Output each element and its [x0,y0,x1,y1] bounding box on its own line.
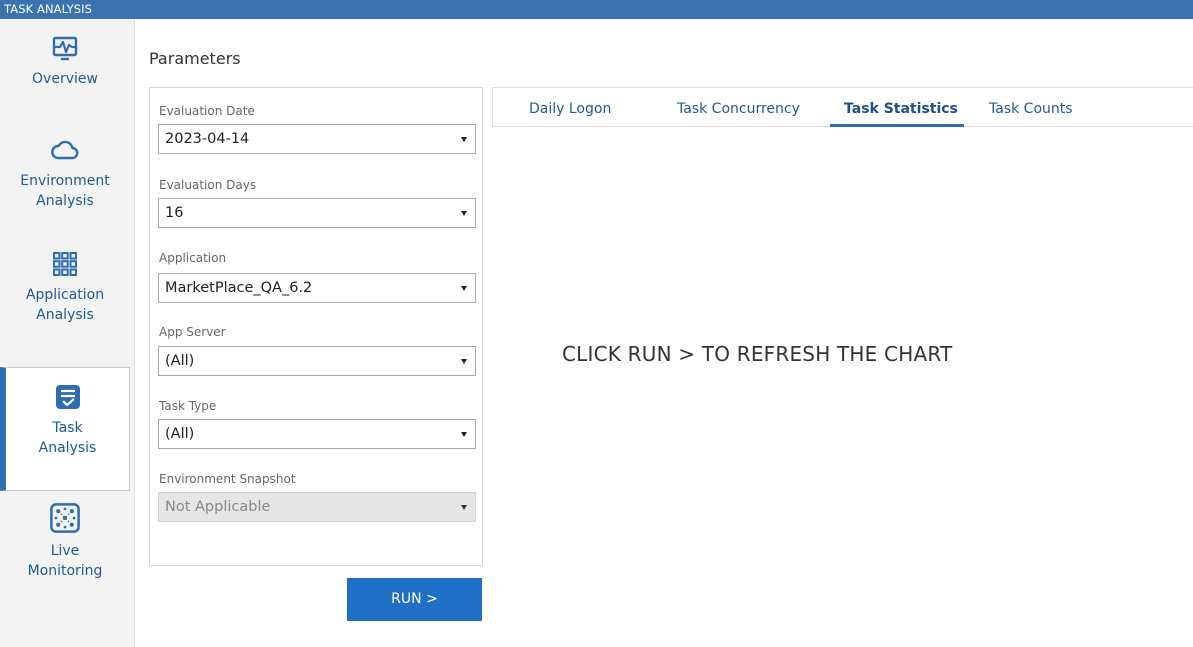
network-nodes-icon [50,503,80,533]
app-server-value: (All) [165,353,195,369]
task-type-value: (All) [165,426,195,442]
sidebar-item-label-line1: Task [52,420,83,436]
sidebar-item-task-analysis[interactable]: Task Analysis [0,367,130,491]
environment-snapshot-value: Not Applicable [165,499,271,515]
tab-task-statistics[interactable]: Task Statistics [844,101,958,117]
chevron-down-icon [461,137,467,142]
application-label: Application [159,251,227,265]
parameters-panel: Evaluation Date 2023-04-14 Evaluation Da… [149,87,483,566]
chevron-down-icon [461,432,467,437]
task-type-label: Task Type [159,399,217,413]
sidebar-item-label-line2: Analysis [36,193,94,209]
tab-task-concurrency[interactable]: Task Concurrency [677,101,800,117]
chevron-down-icon [461,359,467,364]
environment-snapshot-select: Not Applicable [158,492,476,522]
sidebar-item-environment-analysis[interactable]: Environment Analysis [0,135,130,211]
chevron-down-icon [461,286,467,291]
run-button[interactable]: RUN > [347,578,482,621]
app-server-label: App Server [159,325,226,339]
grid-icon [53,252,77,276]
evaluation-date-label: Evaluation Date [159,104,255,118]
application-value: MarketPlace_QA_6.2 [165,280,313,296]
sidebar-item-label-line1: Environment [20,173,110,189]
sidebar-item-label-line1: Application [25,287,105,303]
sidebar-item-label-line2: Analysis [36,307,94,323]
task-type-select[interactable]: (All) [158,419,476,449]
chart-tabs: Daily Logon Task Concurrency Task Statis… [492,87,1193,127]
activity-monitor-icon [52,36,78,61]
environment-snapshot-label: Environment Snapshot [159,472,296,486]
evaluation-date-select[interactable]: 2023-04-14 [158,124,476,154]
application-select[interactable]: MarketPlace_QA_6.2 [158,273,476,303]
sidebar-nav: Overview Environment Analysis Applicatio… [0,19,135,647]
app-server-select[interactable]: (All) [158,346,476,376]
window-title: TASK ANALYSIS [0,0,1193,19]
chart-placeholder-message: CLICK RUN > TO REFRESH THE CHART [562,342,953,366]
evaluation-days-label: Evaluation Days [159,178,257,192]
parameters-title: Parameters [149,49,241,68]
evaluation-date-value: 2023-04-14 [165,131,250,147]
chevron-down-icon [461,505,467,510]
evaluation-days-select[interactable]: 16 [158,198,476,228]
task-check-icon [55,385,80,409]
tab-task-counts[interactable]: Task Counts [989,101,1073,117]
cloud-icon [51,140,79,160]
sidebar-item-overview[interactable]: Overview [0,33,130,89]
sidebar-item-label-line2: Monitoring [27,563,103,579]
chevron-down-icon [461,211,467,216]
sidebar-item-live-monitoring[interactable]: Live Monitoring [0,501,130,581]
sidebar-item-label: Overview [32,71,98,87]
main-content: Parameters Evaluation Date 2023-04-14 Ev… [135,19,1193,647]
sidebar-item-application-analysis[interactable]: Application Analysis [0,249,130,325]
tab-daily-logon[interactable]: Daily Logon [529,101,611,117]
sidebar-item-label-line2: Analysis [38,440,97,456]
evaluation-days-value: 16 [165,205,184,221]
sidebar-item-label-line1: Live [50,543,80,559]
active-tab-indicator [830,124,964,127]
